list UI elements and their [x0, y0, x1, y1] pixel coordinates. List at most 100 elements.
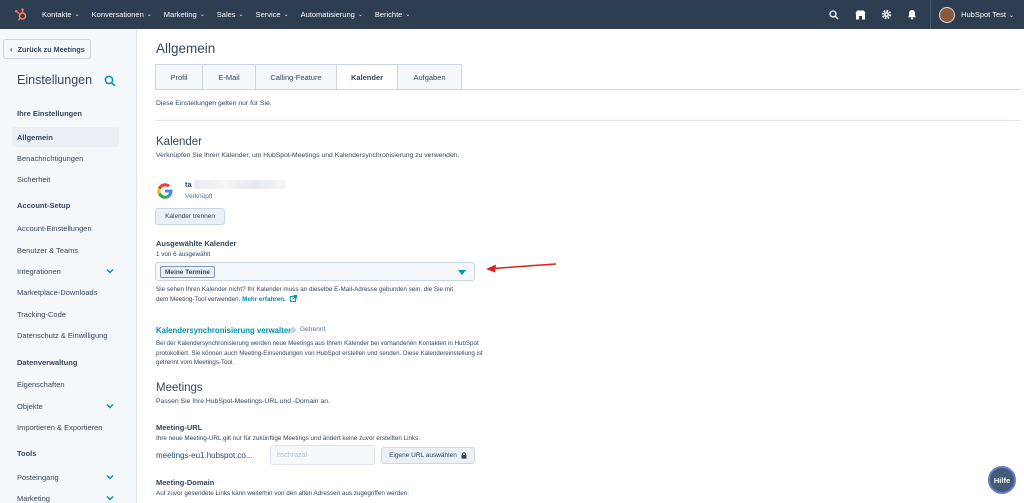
sidebar-item-label: Eigenschaften — [17, 379, 65, 389]
nav-label: Sales — [216, 10, 236, 19]
calendar-sync-link[interactable]: Kalendersynchronisierung verwalten — [156, 326, 293, 335]
back-to-meetings-button[interactable]: ‹ Zurück zu Meetings — [3, 39, 91, 59]
tab-email[interactable]: E-Mail — [202, 64, 255, 90]
selected-calendars-label: Ausgewählte Kalender — [156, 239, 237, 248]
chevron-down-icon[interactable] — [106, 267, 114, 275]
search-icon[interactable] — [104, 74, 118, 88]
nav-automatisierung[interactable]: Automatisierung ⌄ — [301, 10, 363, 19]
tab-calling-feature[interactable]: Calling-Feature — [255, 64, 336, 90]
bell-icon[interactable] — [904, 7, 920, 23]
nav-label: Konversationen — [91, 10, 144, 19]
chevron-down-icon: ⌄ — [238, 12, 244, 18]
nav-sales[interactable]: Sales ⌄ — [217, 10, 244, 19]
nav-kontakte[interactable]: Kontakte ⌄ — [42, 10, 80, 19]
tab-profil[interactable]: Profil — [155, 64, 202, 90]
sidebar-item-benutzer-teams[interactable]: Benutzer & Teams — [12, 240, 119, 260]
caret-down-icon[interactable] — [458, 270, 466, 275]
tab-kalender[interactable]: Kalender — [336, 64, 397, 90]
meeting-domain-note: Auf zuvor gesendete Links kann weiterhin… — [156, 490, 409, 497]
section-tools: Tools — [17, 449, 37, 458]
learn-more-link[interactable]: Mehr erfahren. — [242, 296, 286, 303]
status-dot-icon — [290, 327, 296, 333]
sidebar-item-label: Tracking-Code — [17, 309, 66, 319]
nav-label: Automatisierung — [300, 10, 355, 19]
back-label: Zurück zu Meetings — [17, 44, 85, 54]
chevron-down-icon[interactable] — [106, 402, 114, 410]
chevron-down-icon: ⌄ — [199, 12, 205, 18]
calendar-account-status: Verknüpft — [185, 193, 213, 200]
kalender-subtitle: Verknüpfen Sie Ihren Kalender, um HubSpo… — [156, 152, 460, 159]
section-datenverwaltung: Datenverwaltung — [17, 358, 78, 367]
chevron-down-icon[interactable] — [106, 473, 114, 481]
nav-divider — [930, 0, 932, 29]
calendar-help-text: Sie sehen Ihren Kalender nicht? Ihr Kale… — [156, 285, 453, 305]
gear-icon[interactable] — [878, 7, 894, 23]
tab-aufgaben[interactable]: Aufgaben — [397, 64, 462, 90]
meeting-url-note: Ihre neue Meeting-URL gilt nur für zukün… — [156, 435, 421, 442]
sidebar-item-label: Datenschutz & Einwilligung — [17, 330, 108, 340]
tab-label: Calling-Feature — [270, 72, 322, 82]
nav-marketing[interactable]: Marketing ⌄ — [164, 10, 205, 19]
meeting-url-input[interactable]: hschrazal — [270, 445, 375, 465]
tag-label: Meine Termine — [165, 268, 211, 276]
sidebar-item-eigenschaften[interactable]: Eigenschaften — [12, 374, 119, 394]
sidebar-item-importieren[interactable]: Importieren & Exportieren — [12, 417, 119, 437]
section-account-setup: Account-Setup — [17, 201, 71, 210]
annotation-arrow-icon — [486, 263, 557, 273]
hubspot-logo-icon[interactable] — [8, 0, 34, 29]
external-link-icon[interactable] — [289, 295, 297, 302]
tab-label: E-Mail — [218, 72, 240, 82]
help-button[interactable]: Hilfe — [988, 466, 1016, 494]
tab-label: Kalender — [350, 72, 384, 82]
sidebar-item-allgemein[interactable]: Allgemein — [12, 127, 119, 147]
sidebar-item-marketing[interactable]: Marketing — [12, 488, 119, 503]
sidebar-item-label: Objekte — [17, 401, 43, 411]
calendar-select[interactable]: Meine Termine — [155, 262, 475, 281]
avatar[interactable] — [939, 6, 956, 23]
section-ihre-einstellungen: Ihre Einstellungen — [17, 109, 83, 118]
meeting-url-label: Meeting-URL — [156, 423, 203, 432]
top-navigation: Kontakte ⌄ Konversationen ⌄ Marketing ⌄ Sal… — [0, 0, 1024, 29]
chevron-down-icon: ⌄ — [146, 12, 152, 18]
marketplace-icon[interactable] — [852, 7, 868, 23]
sync-status: Getrennt — [300, 326, 326, 333]
sidebar-item-datenschutz[interactable]: Datenschutz & Einwilligung — [12, 325, 119, 345]
disconnect-calendar-button[interactable]: Kalender trennen — [155, 208, 225, 225]
nav-service[interactable]: Service ⌄ — [256, 10, 289, 19]
sidebar-item-integrationen[interactable]: Integrationen — [12, 261, 119, 281]
sidebar-item-posteingang[interactable]: Posteingang — [12, 467, 119, 487]
sidebar-item-tracking-code[interactable]: Tracking-Code — [12, 304, 119, 324]
selected-calendar-tag[interactable]: Meine Termine — [160, 266, 216, 278]
sidebar-item-label: Marketplace-Downloads — [17, 287, 98, 297]
chevron-down-icon: ⌄ — [74, 12, 80, 18]
sidebar-item-label: Account-Einstellungen — [17, 223, 92, 233]
nav-berichte[interactable]: Berichte ⌄ — [375, 10, 411, 19]
chevron-down-icon: ⌄ — [1008, 13, 1014, 19]
button-label: Kalender trennen — [165, 213, 215, 220]
chevron-down-icon: ⌄ — [283, 12, 289, 18]
chevron-down-icon[interactable] — [106, 494, 114, 502]
meeting-domain-label: Meeting-Domain — [156, 478, 215, 487]
button-label: Eigene URL auswählen — [389, 452, 457, 459]
sidebar-item-objekte[interactable]: Objekte — [12, 396, 119, 416]
sidebar-item-sicherheit[interactable]: Sicherheit — [12, 169, 119, 189]
meetings-heading: Meetings — [156, 382, 203, 394]
nav-label: Marketing — [163, 10, 197, 19]
sidebar-title: Einstellungen — [17, 73, 93, 87]
sidebar-item-label: Importieren & Exportieren — [17, 422, 103, 432]
sidebar-item-account-einstellungen[interactable]: Account-Einstellungen — [12, 218, 119, 238]
account-name: HubSpot Test — [961, 10, 1006, 19]
sync-description: Bei der Kalendersynchronisierung werden … — [156, 340, 483, 366]
chevron-down-icon: ⌄ — [357, 12, 363, 18]
sidebar-item-marketplace-downloads[interactable]: Marketplace-Downloads — [12, 282, 119, 302]
account-menu[interactable]: HubSpot Test ⌄ — [961, 10, 1014, 19]
nav-konversationen[interactable]: Konversationen ⌄ — [92, 10, 152, 19]
choose-custom-url-button[interactable]: Eigene URL auswählen — [381, 447, 475, 464]
lock-icon — [461, 452, 467, 459]
help-line-1: Sie sehen Ihren Kalender nicht? Ihr Kale… — [156, 286, 454, 293]
sidebar-item-benachrichtigungen[interactable]: Benachrichtigungen — [12, 148, 119, 168]
redacted-email — [194, 180, 286, 189]
search-icon[interactable] — [826, 7, 842, 23]
tab-label: Aufgaben — [413, 72, 446, 82]
help-label: Hilfe — [993, 475, 1011, 485]
